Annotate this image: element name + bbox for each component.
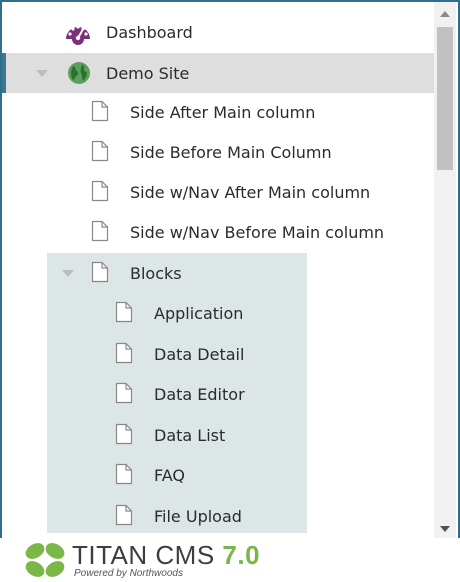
titan-logo-icon: [25, 543, 65, 577]
page-icon: [91, 100, 109, 122]
logo-brand: TITAN CMS: [72, 540, 215, 570]
footer: TITAN CMS 7.0 Powered by Northwoods: [0, 538, 460, 582]
tree-item-label: Application: [154, 303, 244, 323]
tree-item-demo-site[interactable]: Demo Site: [2, 53, 434, 93]
tree-item-page[interactable]: Side w/Nav Before Main column: [2, 212, 434, 252]
tree-item-block[interactable]: File Upload: [2, 496, 434, 536]
tree-item-block[interactable]: Application: [2, 293, 434, 333]
arrow-up-icon: [440, 11, 450, 17]
arrow-down-icon: [440, 526, 450, 532]
globe-icon: [68, 62, 90, 84]
tree-item-blocks[interactable]: Blocks: [2, 253, 434, 293]
logo-tagline: Powered by Northwoods: [74, 568, 183, 579]
tree-item-label: Dashboard: [106, 22, 193, 42]
page-icon: [115, 423, 133, 445]
page-icon: [91, 140, 109, 162]
page-icon: [115, 342, 133, 364]
page-icon: [91, 220, 109, 242]
tree-item-label: Blocks: [130, 263, 182, 283]
tree-item-page[interactable]: Side After Main column: [2, 92, 434, 132]
tree-item-block[interactable]: Data Editor: [2, 374, 434, 414]
tree-item-label: Side After Main column: [130, 102, 316, 122]
tree-item-label: Data Detail: [154, 344, 245, 364]
site-tree: Dashboard Demo Site Side After Main colu…: [2, 2, 434, 540]
page-icon: [91, 180, 109, 202]
tree-item-label: Data List: [154, 425, 226, 445]
scroll-up-button[interactable]: [434, 2, 456, 24]
tree-item-label: FAQ: [154, 465, 185, 485]
tree-item-label: File Upload: [154, 506, 242, 526]
logo-title: TITAN CMS 7.0: [72, 540, 260, 571]
tree-item-label: Data Editor: [154, 384, 245, 404]
tree-item-block[interactable]: FAQ: [2, 455, 434, 495]
dashboard-icon: [66, 25, 90, 45]
page-icon: [91, 261, 109, 283]
tree-item-label: Side w/Nav Before Main column: [130, 222, 385, 242]
app-frame: Dashboard Demo Site Side After Main colu…: [0, 0, 460, 582]
logo-version: 7.0: [222, 540, 261, 570]
tree-item-label: Demo Site: [106, 63, 190, 83]
scroll-down-button[interactable]: [434, 518, 456, 540]
page-icon: [115, 504, 133, 526]
tree-item-block[interactable]: Data Detail: [2, 334, 434, 374]
page-icon: [115, 463, 133, 485]
tree-item-page[interactable]: Side w/Nav After Main column: [2, 172, 434, 212]
scrollbar-thumb[interactable]: [437, 27, 453, 170]
tree-scrollbar[interactable]: [434, 2, 456, 540]
tree-item-label: Side w/Nav After Main column: [130, 182, 371, 202]
tree-item-label: Side Before Main Column: [130, 142, 332, 162]
page-icon: [115, 301, 133, 323]
page-icon: [115, 382, 133, 404]
tree-item-dashboard[interactable]: Dashboard: [2, 12, 434, 52]
expand-caret-icon[interactable]: [62, 270, 74, 277]
expand-caret-icon[interactable]: [36, 70, 48, 77]
tree-item-block[interactable]: Data List: [2, 415, 434, 455]
tree-item-page[interactable]: Side Before Main Column: [2, 132, 434, 172]
